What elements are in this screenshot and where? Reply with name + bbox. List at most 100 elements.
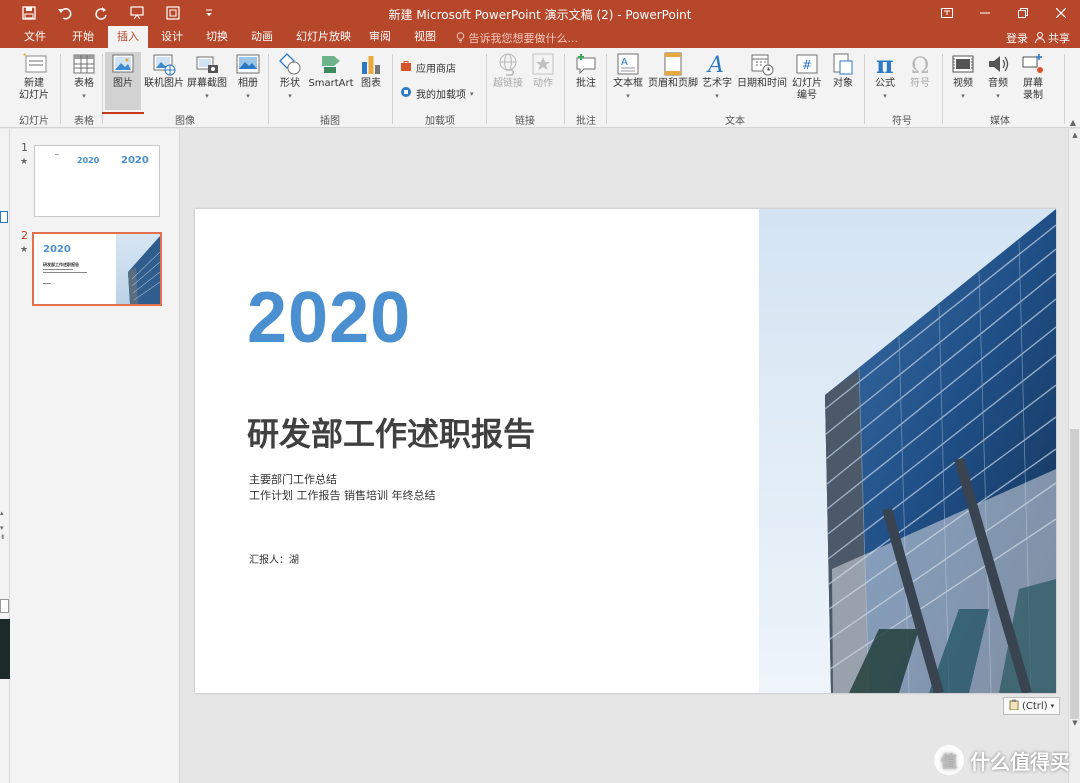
textbox-label: 文本框: [613, 78, 643, 89]
tab-animations[interactable]: 动画: [243, 26, 281, 48]
tab-insert[interactable]: 插入: [108, 26, 148, 48]
left-edge-strip: ▴ ▾ ⇟: [0, 129, 10, 783]
scroll-down-icon[interactable]: ▾: [0, 524, 4, 532]
pi-icon: π: [873, 50, 897, 79]
slide-thumbnail-2[interactable]: 2020 研发部工作述职报告: [32, 232, 162, 306]
close-icon[interactable]: [1042, 0, 1080, 26]
equation-button[interactable]: π 公式 ▾: [866, 50, 904, 102]
slide-number-icon: #: [795, 52, 819, 76]
scroll-up-icon[interactable]: ▴: [0, 509, 4, 517]
slide-number-label-1: 幻灯片: [792, 78, 822, 89]
vertical-scrollbar[interactable]: ▲ ▼: [1068, 129, 1080, 783]
building-photo[interactable]: [759, 209, 1056, 693]
login-link[interactable]: 登录: [1006, 30, 1028, 46]
camera-icon: [195, 52, 219, 76]
tell-me-text: 告诉我您想要做什么...: [468, 32, 579, 45]
audio-button[interactable]: 音频 ▾: [980, 52, 1016, 102]
wordart-button[interactable]: A 艺术字 ▾: [698, 52, 736, 102]
tell-me-box[interactable]: 告诉我您想要做什么...: [456, 30, 578, 46]
slide-subtitle-line-1[interactable]: 主要部门工作总结: [249, 471, 337, 487]
minimize-icon[interactable]: [966, 0, 1004, 26]
screenshot-button[interactable]: 屏幕截图 ▾: [186, 52, 228, 102]
group-label-slides: 幻灯片: [19, 116, 49, 127]
slide-number-label-2: 编号: [797, 90, 817, 101]
thumb-subtitle-line: [43, 272, 87, 273]
hyperlink-button[interactable]: 超链接: [488, 52, 528, 90]
dropdown-arrow-icon: ▾: [996, 92, 1000, 100]
thumb-year: 2020: [43, 244, 71, 255]
action-button[interactable]: 动作: [524, 52, 562, 90]
shapes-button[interactable]: 形状 ▾: [270, 52, 310, 102]
next-page-icon[interactable]: ⇟: [0, 533, 6, 541]
slide-subtitle-line-2[interactable]: 工作计划 工作报告 销售培训 年终总结: [249, 487, 436, 503]
slide-canvas[interactable]: 2020 研发部工作述职报告 主要部门工作总结 工作计划 工作报告 销售培训 年…: [195, 209, 1056, 693]
picture-button[interactable]: 图片: [105, 52, 141, 110]
ribbon-options-icon[interactable]: [928, 0, 966, 26]
dropdown-arrow-icon: ▾: [715, 92, 719, 100]
comment-label: 批注: [576, 78, 596, 89]
window-title: 新建 Microsoft PowerPoint 演示文稿 (2) - Power…: [388, 8, 692, 22]
chart-button[interactable]: 图表: [352, 52, 390, 90]
title-bar: 新建 Microsoft PowerPoint 演示文稿 (2) - Power…: [0, 0, 1080, 26]
new-slide-button[interactable]: 新建 幻灯片: [12, 52, 56, 102]
video-button[interactable]: 视频 ▾: [944, 52, 982, 102]
outline-toggle-icon[interactable]: [0, 211, 8, 223]
slide-number: 1: [21, 141, 28, 154]
slide-title[interactable]: 研发部工作述职报告: [247, 409, 535, 455]
my-addins-label: 我的加载项: [416, 90, 466, 101]
symbol-button[interactable]: Ω 符号: [902, 52, 938, 90]
pane-toggle-icon[interactable]: [0, 599, 9, 613]
group-divider: [942, 54, 943, 124]
comment-button[interactable]: 批注: [566, 52, 606, 90]
smartart-button[interactable]: SmartArt: [308, 52, 354, 90]
datetime-button[interactable]: 日期和时间: [736, 52, 788, 90]
hyperlink-label: 超链接: [493, 78, 523, 89]
scroll-up-arrow-icon[interactable]: ▲: [1070, 131, 1080, 139]
slide-reporter[interactable]: 汇报人：湖: [249, 551, 299, 566]
dropdown-arrow-icon: ▾: [626, 92, 630, 100]
object-button[interactable]: 对象: [824, 52, 862, 90]
tab-transitions[interactable]: 切换: [198, 26, 236, 48]
share-button[interactable]: 共享: [1034, 30, 1070, 46]
wordart-icon: A: [705, 52, 729, 78]
star-action-icon: [531, 52, 555, 76]
audio-label: 音频: [988, 78, 1008, 89]
scroll-down-arrow-icon[interactable]: ▼: [1070, 719, 1080, 727]
calendar-icon: [750, 52, 774, 76]
tab-review[interactable]: 审阅: [361, 26, 399, 48]
header-footer-button[interactable]: 页眉和页脚: [646, 52, 700, 90]
slide-thumbnail-1[interactable]: 2020 2020: [34, 145, 160, 217]
textbox-button[interactable]: A 文本框 ▾: [608, 52, 648, 102]
new-slide-label-2: 幻灯片: [19, 90, 49, 101]
lightbulb-icon: [456, 32, 469, 45]
group-label-images: 图像: [175, 116, 195, 127]
slide-year[interactable]: 2020: [247, 277, 411, 359]
datetime-label: 日期和时间: [737, 78, 787, 89]
tab-slideshow[interactable]: 幻灯片放映: [288, 26, 359, 48]
group-divider: [392, 54, 393, 124]
online-picture-button[interactable]: 联机图片: [142, 52, 186, 90]
tab-design[interactable]: 设计: [153, 26, 191, 48]
collapse-ribbon-icon[interactable]: ▲: [1070, 118, 1076, 127]
shapes-label: 形状: [280, 78, 300, 89]
tab-file[interactable]: 文件: [16, 26, 54, 48]
table-button[interactable]: 表格 ▾: [62, 52, 106, 102]
smartart-label: SmartArt: [308, 78, 354, 89]
paste-options-button[interactable]: (Ctrl) ▾: [1003, 697, 1061, 715]
dropdown-arrow-icon: ▾: [883, 92, 887, 100]
store-icon: [400, 60, 412, 75]
symbol-label: 符号: [910, 78, 930, 89]
hyperlink-icon: [496, 52, 520, 76]
thumb-dash: [55, 154, 59, 155]
my-addins-button[interactable]: 我的加载项 ▾: [400, 86, 474, 101]
dropdown-arrow-icon: ▾: [288, 92, 292, 100]
tab-home[interactable]: 开始: [64, 26, 102, 48]
restore-icon[interactable]: [1004, 0, 1042, 26]
album-button[interactable]: 相册 ▾: [228, 52, 268, 102]
slide-number-button[interactable]: # 幻灯片 编号: [787, 52, 827, 102]
thumb-reporter-line: [43, 283, 51, 284]
screen-recording-button[interactable]: 屏幕 录制: [1014, 52, 1052, 102]
tab-view[interactable]: 视图: [406, 26, 444, 48]
scrollbar-thumb[interactable]: [1070, 429, 1079, 719]
store-button[interactable]: 应用商店: [400, 60, 456, 75]
